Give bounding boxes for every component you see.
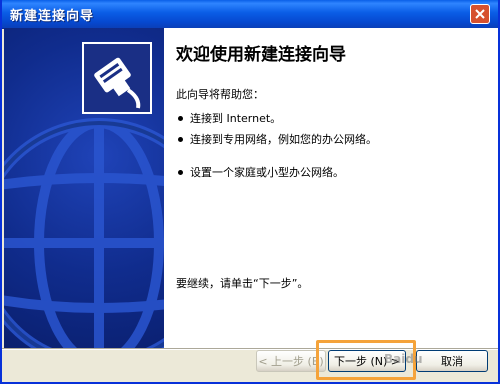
cancel-button[interactable]: 取消 xyxy=(416,350,488,372)
bullet-item-home-network: 设置一个家庭或小型办公网络。 xyxy=(176,162,486,183)
close-button[interactable] xyxy=(470,4,490,24)
wizard-bullet-list: 连接到 Internet。 连接到专用网络，例如您的办公网络。 设置一个家庭或小… xyxy=(176,108,486,183)
new-connection-wizard-window: 新建连接向导 欢迎使用新建连接向导 此向导将帮助您： 连接到 Internet。… xyxy=(0,0,500,384)
title-bar[interactable]: 新建连接向导 xyxy=(2,0,498,29)
bullet-text: 连接到 Internet。 xyxy=(190,112,282,125)
bullet-text: 设置一个家庭或小型办公网络。 xyxy=(190,166,344,179)
network-cable-icon-frame xyxy=(82,42,152,114)
watermark: Baidu xyxy=(384,352,423,366)
network-cable-icon xyxy=(94,57,141,109)
continue-instruction: 要继续，请单击“下一步”。 xyxy=(176,277,309,290)
bullet-text: 连接到专用网络，例如您的办公网络。 xyxy=(190,133,377,146)
wizard-heading: 欢迎使用新建连接向导 xyxy=(176,45,346,65)
bullet-dot-icon xyxy=(178,116,183,121)
wizard-content-panel: 欢迎使用新建连接向导 此向导将帮助您： 连接到 Internet。 连接到专用网… xyxy=(164,28,498,348)
window-title: 新建连接向导 xyxy=(10,9,95,24)
bullet-item-private-network: 连接到专用网络，例如您的办公网络。 xyxy=(176,129,486,150)
bullet-item-internet: 连接到 Internet。 xyxy=(176,108,486,129)
wizard-side-banner xyxy=(4,28,164,348)
bullet-dot-icon xyxy=(178,137,183,142)
bullet-dot-icon xyxy=(178,170,183,175)
wizard-intro: 此向导将帮助您： xyxy=(176,88,264,101)
close-icon xyxy=(475,9,485,19)
